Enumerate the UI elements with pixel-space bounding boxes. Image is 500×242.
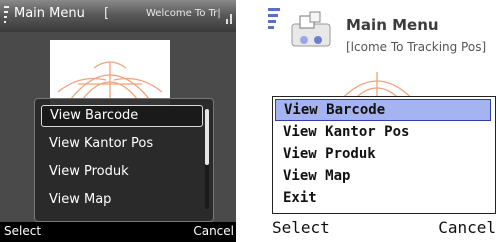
app-icon (288, 10, 336, 50)
title-bar: Main Menu [lcome To Tracking Pos] (266, 0, 500, 60)
welcome-marquee: [lcome To Tracking Pos] (346, 40, 487, 54)
menu-item-view-produk[interactable]: View Produk (275, 143, 491, 165)
menu-item-exit[interactable]: Exit (275, 187, 491, 209)
options-menu: View Barcode View Kantor Pos View Produk… (34, 98, 214, 222)
phone-screen-light: Main Menu [lcome To Tracking Pos] View B… (266, 0, 500, 242)
menu-item-view-barcode[interactable]: View Barcode (41, 105, 203, 127)
menu-item-view-barcode[interactable]: View Barcode (275, 99, 491, 121)
menu-item-view-map[interactable]: View Map (41, 189, 203, 211)
softkey-cancel[interactable]: Cancel (193, 224, 234, 238)
phone-screen-dark: Main Menu [ Welcome To Tr| View Barcode … (0, 0, 236, 242)
menu-item-view-kantor-pos[interactable]: View Kantor Pos (275, 121, 491, 143)
softkey-bar: Select Cancel (0, 222, 236, 242)
battery-icon (226, 12, 232, 24)
window-title: Main Menu (346, 16, 439, 34)
signal-icon (4, 6, 10, 24)
options-menu: View Barcode View Kantor Pos View Produk… (272, 96, 496, 214)
softkey-select[interactable]: Select (272, 218, 330, 237)
marquee-bracket: [ (104, 6, 110, 21)
menu-item-view-produk[interactable]: View Produk (41, 161, 203, 183)
softkey-cancel[interactable]: Cancel (438, 218, 496, 237)
window-title: Main Menu (14, 6, 85, 21)
menu-item-view-kantor-pos[interactable]: View Kantor Pos (41, 133, 203, 155)
menu-scrollbar[interactable] (205, 109, 209, 209)
softkey-select[interactable]: Select (4, 224, 41, 238)
welcome-marquee: Welcome To Tr| (146, 8, 221, 19)
scrollbar-thumb[interactable] (205, 109, 209, 165)
menu-item-view-map[interactable]: View Map (275, 165, 491, 187)
signal-icon (268, 8, 282, 34)
title-bar: Main Menu [ Welcome To Tr| (0, 0, 236, 32)
